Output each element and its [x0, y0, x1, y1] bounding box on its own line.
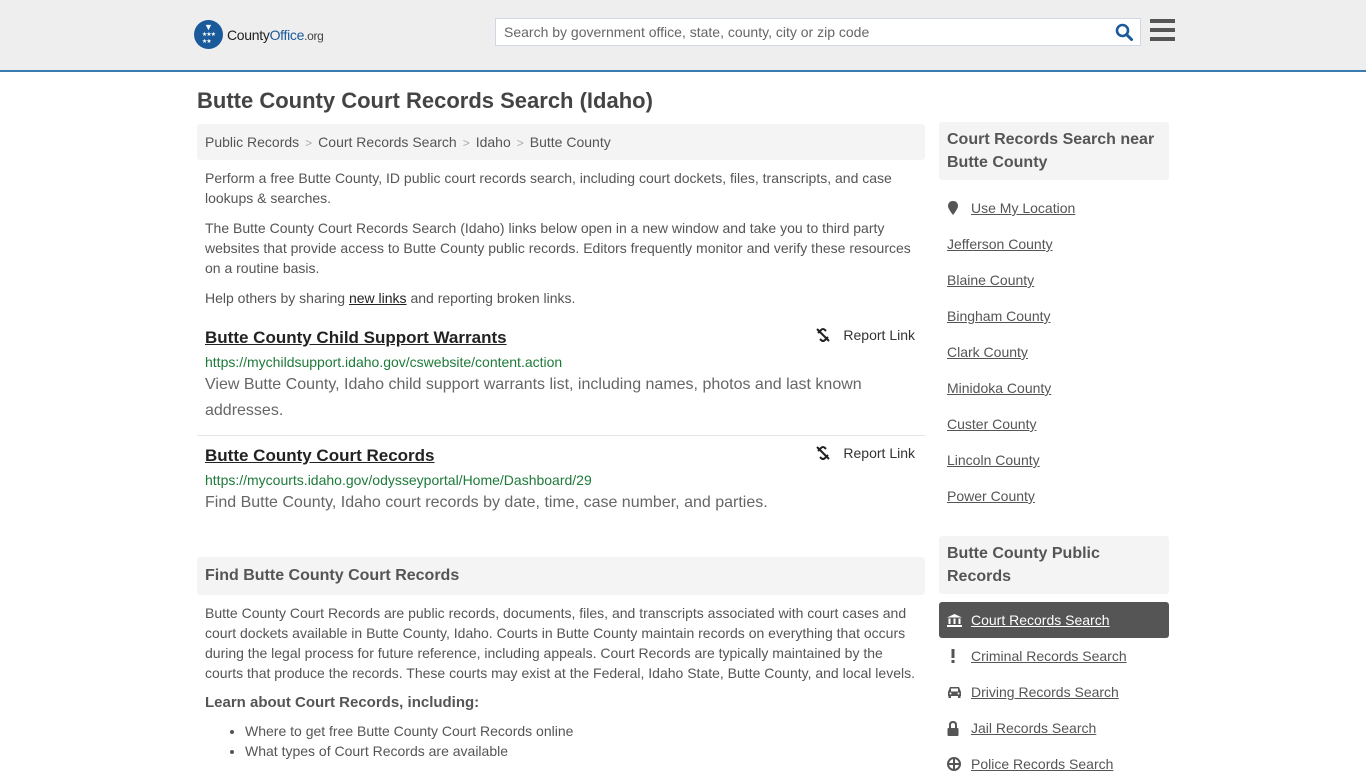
share-links-text: Help others by sharing new links and rep…: [205, 290, 576, 306]
intro: Perform a free Butte County, ID public c…: [197, 160, 925, 308]
new-links-link[interactable]: new links: [349, 290, 407, 306]
nearby-county-link[interactable]: Minidoka County: [947, 370, 1161, 406]
logo-text: CountyOffice.org: [227, 26, 324, 43]
result-url[interactable]: https://mycourts.idaho.gov/odysseyportal…: [205, 472, 917, 488]
nav-court-records-search[interactable]: Court Records Search: [939, 602, 1169, 638]
nearby-county-link[interactable]: Jefferson County: [947, 226, 1161, 262]
nav-driving-records-search[interactable]: Driving Records Search: [939, 674, 1169, 710]
search-box: [495, 18, 1141, 46]
eagle-stars-icon: ▼ ★★★ ★★: [194, 20, 223, 49]
breadcrumb-butte-county[interactable]: Butte County: [530, 134, 611, 150]
breadcrumb-idaho[interactable]: Idaho: [476, 134, 511, 150]
result-item: Butte County Court Records Report Link h…: [197, 435, 925, 527]
breadcrumb-separator: >: [462, 136, 470, 150]
broken-link-icon: [816, 446, 831, 460]
nearby-county-link[interactable]: Power County: [947, 478, 1161, 514]
nearby-list: Use My Location Jefferson County Blaine …: [939, 180, 1169, 524]
nav-police-records-search[interactable]: Police Records Search: [939, 746, 1169, 782]
public-records-heading: Butte County Public Records: [939, 536, 1169, 594]
public-records-nav: Court Records Search Criminal Records Se…: [939, 594, 1169, 782]
use-my-location-link[interactable]: Use My Location: [947, 190, 1161, 226]
site-header: ▼ ★★★ ★★ CountyOffice.org: [0, 0, 1366, 72]
find-records-heading: Find Butte County Court Records: [197, 557, 925, 595]
police-badge-icon: [947, 757, 961, 771]
intro-paragraph: The Butte County Court Records Search (I…: [205, 220, 911, 276]
result-item: Butte County Child Support Warrants Repo…: [197, 318, 925, 435]
nearby-county-link[interactable]: Blaine County: [947, 262, 1161, 298]
site-logo[interactable]: ▼ ★★★ ★★ CountyOffice.org: [194, 20, 324, 49]
courthouse-icon: [947, 613, 962, 627]
hamburger-menu-icon[interactable]: [1150, 19, 1175, 41]
broken-link-icon: [816, 328, 831, 342]
sidebar-nearby: Court Records Search near Butte County U…: [939, 122, 1169, 524]
result-description: Find Butte County, Idaho court records b…: [205, 494, 768, 511]
result-title-link[interactable]: Butte County Court Records: [205, 446, 435, 466]
list-item: What types of Court Records are availabl…: [245, 741, 917, 761]
nearby-county-link[interactable]: Clark County: [947, 334, 1161, 370]
find-records-body: Butte County Court Records are public re…: [197, 595, 925, 761]
nearby-county-link[interactable]: Bingham County: [947, 298, 1161, 334]
nearby-county-link[interactable]: Custer County: [947, 406, 1161, 442]
main-content: Public Records > Court Records Search > Idah…: [197, 124, 925, 761]
search-button[interactable]: [1108, 19, 1140, 45]
result-title-link[interactable]: Butte County Child Support Warrants: [205, 328, 507, 348]
car-icon: [948, 687, 961, 698]
breadcrumb-court-records-search[interactable]: Court Records Search: [318, 134, 457, 150]
find-records-paragraph: Butte County Court Records are public re…: [205, 605, 915, 681]
nav-jail-records-search[interactable]: Jail Records Search: [939, 710, 1169, 746]
breadcrumb-separator: >: [305, 136, 313, 150]
learn-about-heading: Learn about Court Records, including:: [205, 694, 480, 711]
nearby-heading: Court Records Search near Butte County: [939, 122, 1169, 180]
list-item: Where to get free Butte County Court Rec…: [245, 721, 917, 741]
sidebar-public-records: Butte County Public Records Court Record…: [939, 536, 1169, 782]
report-link-button[interactable]: Report Link: [815, 327, 915, 343]
breadcrumb-public-records[interactable]: Public Records: [205, 134, 299, 150]
learn-about-list: Where to get free Butte County Court Rec…: [205, 721, 917, 761]
exclamation-icon: [951, 649, 955, 663]
result-url[interactable]: https://mychildsupport.idaho.gov/cswebsi…: [205, 354, 917, 370]
breadcrumb-separator: >: [516, 136, 524, 150]
breadcrumb: Public Records > Court Records Search > Idah…: [197, 124, 925, 160]
lock-icon: [947, 720, 959, 736]
nav-criminal-records-search[interactable]: Criminal Records Search: [939, 638, 1169, 674]
map-marker-icon: [948, 201, 958, 215]
result-description: View Butte County, Idaho child support w…: [205, 376, 862, 419]
report-link-button[interactable]: Report Link: [815, 445, 915, 461]
page-title: Butte County Court Records Search (Idaho…: [197, 88, 653, 113]
search-input[interactable]: [496, 19, 1108, 45]
nearby-county-link[interactable]: Lincoln County: [947, 442, 1161, 478]
intro-paragraph: Perform a free Butte County, ID public c…: [205, 170, 892, 206]
search-icon: [1115, 23, 1133, 41]
